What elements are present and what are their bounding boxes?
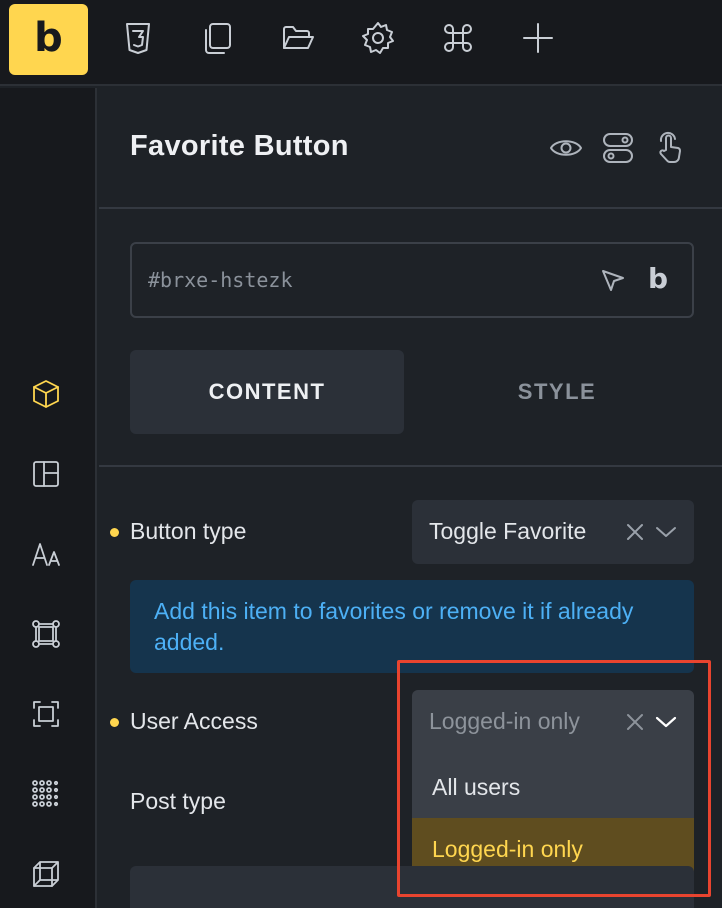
logo-letter: b: [34, 14, 63, 61]
folder-icon[interactable]: [278, 18, 318, 58]
clear-x-icon[interactable]: [624, 521, 646, 543]
info-notice: Add this item to favorites or remove it …: [130, 580, 694, 673]
bricks-b-icon[interactable]: b: [648, 262, 668, 295]
element-id-field[interactable]: b: [130, 242, 694, 318]
user-access-value: Logged-in only: [429, 708, 580, 734]
button-type-select[interactable]: Toggle Favorite: [412, 500, 694, 564]
left-rail: [0, 88, 97, 908]
user-access-label: User Access: [130, 708, 258, 734]
button-type-value: Toggle Favorite: [429, 518, 587, 544]
bricks-logo-button[interactable]: b: [9, 4, 88, 75]
field-status-dot: [110, 718, 119, 727]
eye-icon[interactable]: [548, 130, 584, 166]
element-id-input[interactable]: [148, 262, 568, 298]
command-icon[interactable]: [438, 18, 478, 58]
add-plus-icon[interactable]: [518, 18, 558, 58]
cube-icon[interactable]: [29, 857, 63, 891]
option-all-users[interactable]: All users: [412, 756, 694, 820]
chevron-down-icon[interactable]: [654, 521, 678, 543]
toggle-switch-icon[interactable]: [600, 130, 636, 166]
tab-style[interactable]: STYLE: [421, 350, 693, 434]
chevron-up-icon[interactable]: [654, 711, 678, 733]
panel-header: Favorite Button: [99, 88, 722, 209]
user-access-select[interactable]: Logged-in only: [412, 690, 694, 754]
layout-icon[interactable]: [29, 457, 63, 491]
frame-icon[interactable]: [29, 697, 63, 731]
pages-icon[interactable]: [198, 18, 238, 58]
typography-icon[interactable]: [29, 537, 63, 571]
field-status-dot: [110, 528, 119, 537]
post-type-label: Post type: [130, 788, 226, 814]
tab-content[interactable]: CONTENT: [130, 350, 404, 434]
user-access-dropdown[interactable]: Logged-in only All users Logged-in only: [412, 690, 694, 882]
panel-title: Favorite Button: [130, 130, 349, 162]
touch-pointer-icon[interactable]: [652, 130, 688, 166]
element-panel: Favorite Button b CONTENT STYLE Button t…: [99, 88, 722, 908]
top-toolbar: b: [0, 0, 722, 86]
component-icon[interactable]: [29, 617, 63, 651]
grid-dots-icon[interactable]: [29, 777, 63, 811]
post-type-select[interactable]: [130, 866, 694, 908]
cursor-arrow-icon[interactable]: [597, 265, 629, 297]
element-box-icon[interactable]: [29, 377, 63, 411]
clear-x-icon[interactable]: [624, 711, 646, 733]
button-type-label: Button type: [130, 518, 247, 544]
css3-icon[interactable]: [118, 18, 158, 58]
settings-gear-icon[interactable]: [358, 18, 398, 58]
section-divider: [99, 465, 722, 467]
